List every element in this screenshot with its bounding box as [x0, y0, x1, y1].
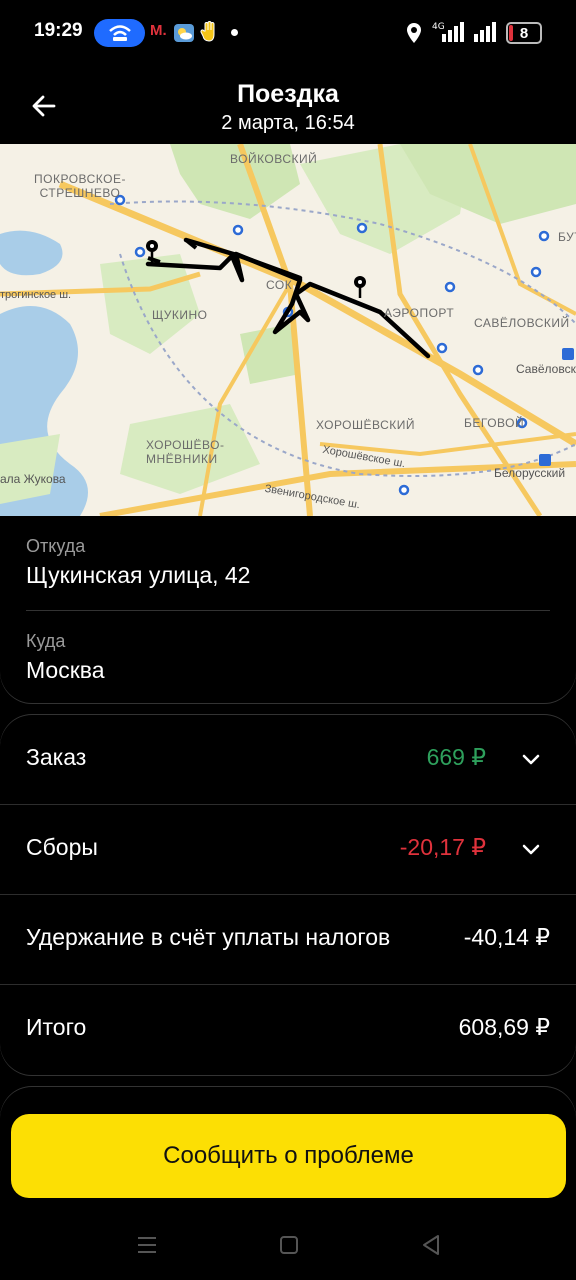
page-header: Поездка 2 марта, 16:54: [0, 64, 576, 144]
page-title: Поездка: [237, 80, 339, 108]
weather-icon: [174, 24, 194, 42]
chevron-down-icon[interactable]: [520, 748, 542, 770]
to-label: Куда: [26, 631, 66, 651]
payment-summary: Заказ 669 ₽ Сборы -20,17 ₽ Удержание в с…: [0, 714, 576, 1076]
to-address: Москва: [26, 657, 105, 683]
end-pin-icon: [354, 276, 366, 298]
system-nav-bar: [0, 1210, 576, 1280]
home-icon[interactable]: [276, 1232, 302, 1258]
hand-icon: [200, 21, 218, 43]
trip-addresses: Откуда Щукинская улица, 42 Куда Москва: [0, 516, 576, 704]
battery-icon: 8: [506, 22, 542, 44]
tax-label: Удержание в счёт уплаты налогов: [26, 924, 391, 950]
divider: [26, 610, 550, 611]
total-label: Итого: [26, 1014, 87, 1040]
location-icon: [404, 22, 424, 44]
map-label-savelovsky-station: Савёловский: [516, 362, 576, 376]
map-label-khoroshevsky: ХОРОШЁВСКИЙ: [316, 418, 416, 432]
battery-level: 8: [519, 24, 529, 42]
report-problem-button[interactable]: Сообщить о проблеме: [11, 1114, 566, 1198]
status-time: 19:29: [34, 20, 83, 41]
total-value: 608,69 ₽: [458, 1014, 550, 1040]
map-label-stroginskoe: трогинское ш.: [0, 289, 72, 301]
fees-label: Сборы: [26, 834, 98, 860]
fees-value: -20,17 ₽: [399, 834, 486, 860]
trip-datetime: 2 марта, 16:54: [221, 112, 355, 134]
map-label-pokrovskoe: ПОКРОВСКОЕ- СТРЕШНЕВО: [34, 172, 126, 200]
order-value: 669 ₽: [426, 744, 486, 770]
map-label-aeroport: АЭРОПОРТ: [384, 306, 455, 320]
signal-icon: [472, 20, 502, 44]
map-label-belorussky: Белорусский: [494, 466, 566, 480]
from-address: Щукинская улица, 42: [26, 562, 251, 588]
map-label-voykovsky: ВОЙКОВСКИЙ: [230, 152, 318, 166]
tax-value: -40,14 ₽: [463, 924, 550, 950]
svg-text:4G: 4G: [432, 22, 445, 32]
fees-row[interactable]: Сборы -20,17 ₽: [0, 804, 576, 894]
notification-dot: [231, 29, 238, 36]
map-label-begovoy: БЕГОВОЙ: [464, 416, 525, 430]
map-label-butyrsky: БУТЫР: [558, 230, 576, 244]
report-problem-label: Сообщить о проблеме: [163, 1142, 414, 1169]
metro-icon: М.: [150, 22, 167, 39]
route-map[interactable]: ВОЙКОВСКИЙ ПОКРОВСКОЕ- СТРЕШНЕВО БУТЫР т…: [0, 144, 576, 516]
order-label: Заказ: [26, 744, 87, 770]
order-row[interactable]: Заказ 669 ₽: [0, 714, 576, 804]
menu-icon[interactable]: [134, 1232, 160, 1258]
tax-row: Удержание в счёт уплаты налогов -40,14 ₽: [0, 894, 576, 984]
total-row: Итого 608,69 ₽: [0, 984, 576, 1074]
map-label-zhukova: ала Жукова: [0, 472, 66, 486]
signal-icon: 4G: [432, 20, 468, 44]
from-label: Откуда: [26, 536, 86, 556]
map-label-savelovsky: САВЁЛОВСКИЙ: [474, 316, 570, 330]
chevron-down-icon[interactable]: [520, 838, 542, 860]
map-label-khoroshevo: ХОРОШЁВО- МНЁВНИКИ: [146, 438, 225, 466]
status-bar: 19:29 М. 4G 8: [0, 0, 576, 64]
map-label-sokol: СОК: [266, 278, 293, 292]
back-icon[interactable]: [418, 1232, 444, 1258]
wifi-hotspot-icon[interactable]: [94, 19, 145, 47]
map-label-shchukino: ЩУКИНО: [152, 308, 208, 322]
